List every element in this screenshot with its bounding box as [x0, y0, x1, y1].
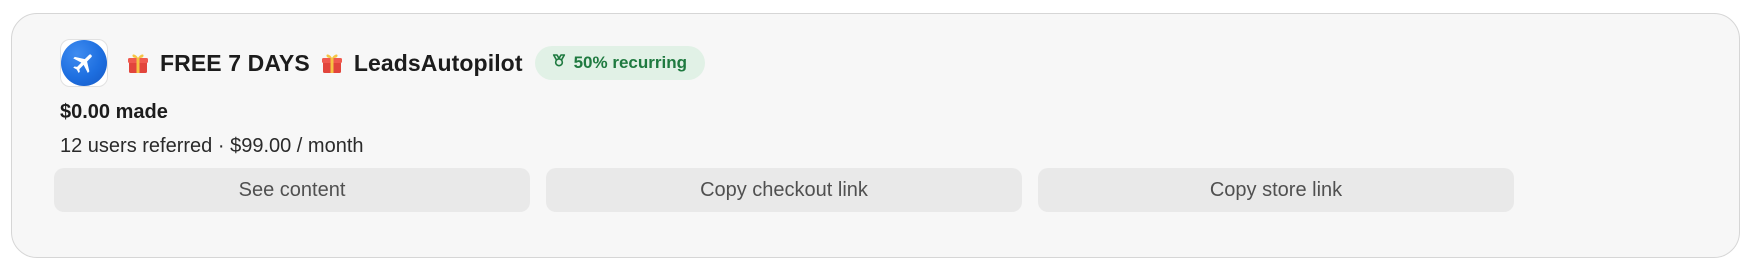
- ribbon-icon: [551, 53, 574, 74]
- copy-checkout-link-button[interactable]: Copy checkout link: [546, 168, 1022, 212]
- referral-stats: 12 users referred · $99.00 / month: [60, 135, 364, 157]
- title-promo-text: FREE 7 DAYS: [160, 49, 310, 76]
- commission-badge-label: 50% recurring: [573, 53, 687, 72]
- earnings-amount: $0.00 made: [60, 101, 168, 123]
- gift-icon: [320, 51, 344, 75]
- affiliate-product-card: FREE 7 DAYS LeadsAutopilot 50% recurring…: [11, 13, 1740, 258]
- airplane-icon: [61, 40, 107, 86]
- product-title: FREE 7 DAYS LeadsAutopilot: [126, 50, 523, 77]
- card-header: FREE 7 DAYS LeadsAutopilot 50% recurring: [60, 38, 705, 88]
- card-actions: See content Copy checkout link Copy stor…: [54, 168, 1514, 212]
- see-content-button[interactable]: See content: [54, 168, 530, 212]
- title-product-name: LeadsAutopilot: [353, 49, 523, 76]
- commission-badge: 50% recurring: [534, 46, 705, 80]
- copy-store-link-button[interactable]: Copy store link: [1038, 168, 1514, 212]
- gift-icon: [126, 51, 150, 75]
- product-logo: [60, 39, 108, 87]
